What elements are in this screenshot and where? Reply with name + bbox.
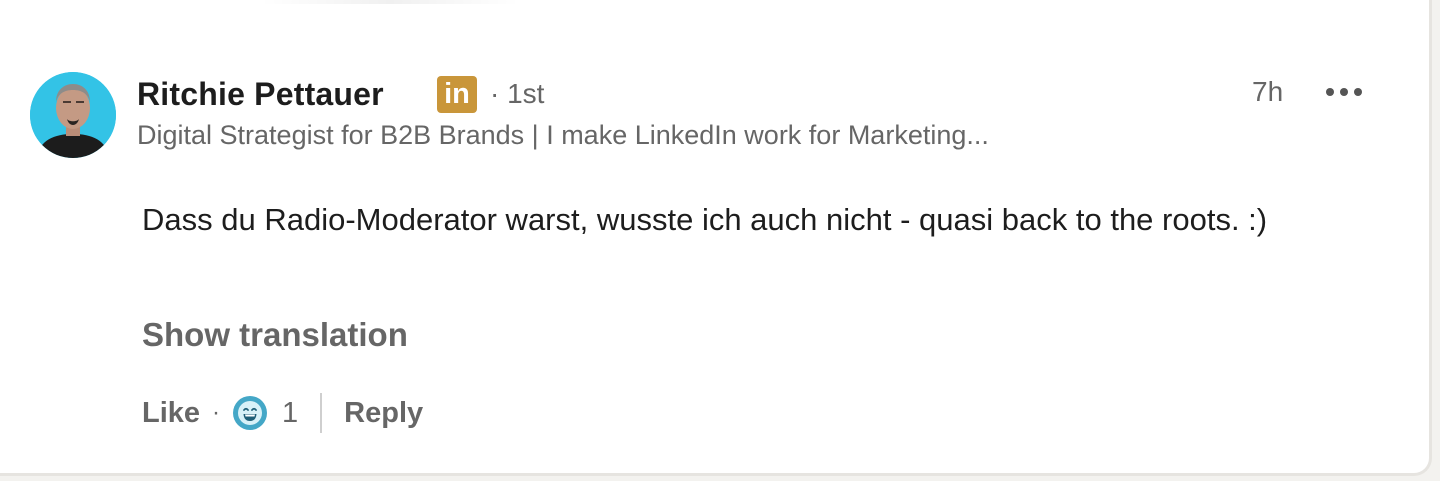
previous-item-edge [260,0,520,4]
reply-button[interactable]: Reply [344,397,423,430]
comment-card: Ritchie Pettauer in · 1st Digital Strate… [0,0,1432,476]
reaction-summary[interactable]: 1 [232,395,298,431]
author-name[interactable]: Ritchie Pettauer [137,76,384,113]
reaction-count: 1 [282,396,299,429]
connection-degree: · 1st [490,78,545,109]
avatar[interactable] [30,72,116,158]
more-options-button[interactable] [1316,80,1372,104]
profile-photo [30,72,116,158]
separator-dot: · [212,399,221,426]
funny-reaction-icon [233,396,268,430]
comment-actions: Like · 1 Reply [142,392,423,434]
actions-divider [320,393,323,433]
comment-timestamp: 7h [1252,76,1284,107]
comment-body: Dass du Radio-Moderator warst, wusste ic… [142,202,1268,237]
show-translation-button[interactable]: Show translation [142,316,408,354]
more-horizontal-icon [1326,88,1362,96]
like-button[interactable]: Like [142,397,200,430]
author-headline: Digital Strategist for B2B Brands | I ma… [137,120,989,150]
linkedin-premium-icon: in [437,76,477,113]
